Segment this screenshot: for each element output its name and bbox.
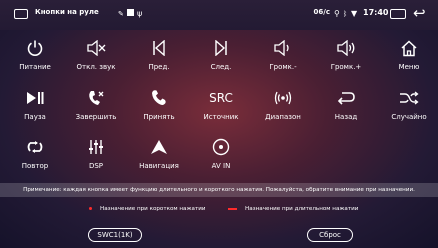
button-menu[interactable]: Меню [381,36,437,76]
play-pause-icon [7,86,63,110]
bluetooth-icon: ᛒ [343,10,348,18]
button-mute[interactable]: Откл. звук [68,36,124,76]
equalizer-icon [68,135,124,159]
reset-button[interactable]: Сброс [307,228,353,242]
button-band[interactable]: Диапазон [255,86,311,126]
app-title: Кнопки на руле [35,8,99,16]
recent-apps-icon[interactable] [390,9,406,19]
repeat-icon [7,135,63,159]
notification-icon: ✎ [118,10,124,18]
volume-down-icon [255,36,311,60]
button-return[interactable]: Назад [318,86,374,126]
previous-icon [131,36,187,60]
wifi-icon: ▼ [351,9,358,18]
button-label: Случайно [391,113,427,121]
legend-long-press: Назначение при длительном нажатии [228,206,358,212]
swc-select-button[interactable]: SWC1(1K) [88,228,142,242]
button-power[interactable]: Питание [7,36,63,76]
button-dsp[interactable]: DSP [68,135,124,175]
button-navigation[interactable]: Навигация [131,135,187,175]
button-label: AV IN [211,162,231,170]
legend-short-press: Назначение при коротком нажатии [89,206,206,212]
phone-icon [131,86,187,110]
button-label: След. [210,63,232,71]
button-answer[interactable]: Принять [131,86,187,126]
power-icon [7,36,63,60]
button-volume-down[interactable]: Громк.- [255,36,311,76]
button-label: Откл. звук [76,63,116,71]
legend-short-label: Назначение при коротком нажатии [100,206,206,212]
legend-long-label: Назначение при длительном нажатии [245,206,359,212]
status-indicators: 06/c [313,8,330,16]
home-icon [381,36,437,60]
button-shuffle[interactable]: Случайно [381,86,437,126]
navigation-icon [131,135,187,159]
button-label: Принять [143,113,175,121]
button-hang-up[interactable]: Завершить [68,86,124,126]
button-next[interactable]: След. [193,36,249,76]
clock: 17:40 [363,8,389,17]
button-pause[interactable]: Пауза [7,86,63,126]
long-press-marker [228,207,237,210]
button-label: Завершить [75,113,117,121]
location-icon: ⚲ [334,9,340,18]
short-press-marker [89,207,92,210]
next-icon [193,36,249,60]
hang-up-icon [68,86,124,110]
av-in-icon [193,135,249,159]
button-label: Пред. [148,63,170,71]
button-repeat[interactable]: Повтор [7,135,63,175]
note-banner: Примечание: каждая кнопка имеет функцию … [0,183,438,197]
volume-up-icon [318,36,374,60]
return-icon [318,86,374,110]
button-label: Громк.+ [330,63,362,71]
button-label: Меню [398,63,420,71]
button-label: Назад [334,113,358,121]
button-volume-up[interactable]: Громк.+ [318,36,374,76]
button-label: Пауза [24,113,46,121]
button-av-in[interactable]: AV IN [193,135,249,175]
back-icon[interactable]: ↩ [413,4,426,22]
button-previous[interactable]: Пред. [131,36,187,76]
button-source[interactable]: SRC Источник [193,86,249,126]
button-label: DSP [88,162,104,170]
image-icon [127,9,134,16]
source-icon: SRC [209,90,233,105]
button-label: Питание [19,63,51,71]
status-bar: Кнопки на руле ✎ ψ 06/c ⚲ ᛒ ▼ 17:40 ↩ [0,0,438,30]
radio-band-icon [255,86,311,110]
button-label: Навигация [139,162,179,170]
button-label: Громк.- [269,63,297,71]
button-label: Диапазон [265,113,301,121]
usb-icon: ψ [137,9,143,18]
shuffle-icon [381,86,437,110]
button-label: Повтор [21,162,49,170]
button-label: Источник [203,113,239,121]
home-icon[interactable] [14,9,28,19]
mute-icon [68,36,124,60]
